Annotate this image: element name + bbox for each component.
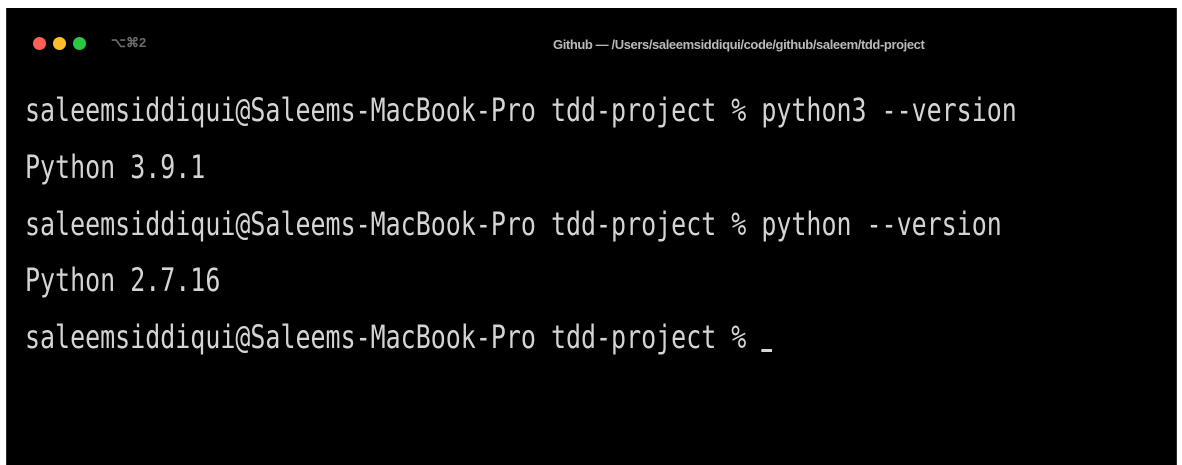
text-cursor	[761, 349, 773, 352]
close-button[interactable]	[33, 37, 46, 50]
minimize-button[interactable]	[53, 37, 66, 50]
terminal-line: saleemsiddiqui@Saleems-MacBook-Pro tdd-p…	[25, 208, 1002, 240]
window-title: Github — /Users/saleemsiddiqui/code/gith…	[553, 37, 925, 52]
terminal-line: Python 2.7.16	[25, 264, 220, 296]
command-text: python --version	[761, 205, 1002, 243]
terminal-line: Python 3.9.1	[25, 151, 205, 183]
window-controls	[33, 37, 86, 50]
tab-shortcut-label: ⌥⌘2	[111, 35, 147, 50]
shell-prompt: saleemsiddiqui@Saleems-MacBook-Pro tdd-p…	[25, 91, 762, 129]
shell-prompt: saleemsiddiqui@Saleems-MacBook-Pro tdd-p…	[25, 205, 762, 243]
command-output: Python 3.9.1	[25, 148, 206, 186]
command-text: python3 --version	[761, 91, 1017, 129]
title-bar: ⌥⌘2 Github — /Users/saleemsiddiqui/code/…	[7, 8, 1176, 68]
shell-prompt: saleemsiddiqui@Saleems-MacBook-Pro tdd-p…	[25, 318, 762, 356]
terminal-window: ⌥⌘2 Github — /Users/saleemsiddiqui/code/…	[6, 8, 1177, 465]
terminal-line: saleemsiddiqui@Saleems-MacBook-Pro tdd-p…	[25, 94, 1017, 126]
command-output: Python 2.7.16	[25, 261, 221, 299]
terminal-line: saleemsiddiqui@Saleems-MacBook-Pro tdd-p…	[25, 318, 773, 356]
zoom-button[interactable]	[73, 37, 86, 50]
